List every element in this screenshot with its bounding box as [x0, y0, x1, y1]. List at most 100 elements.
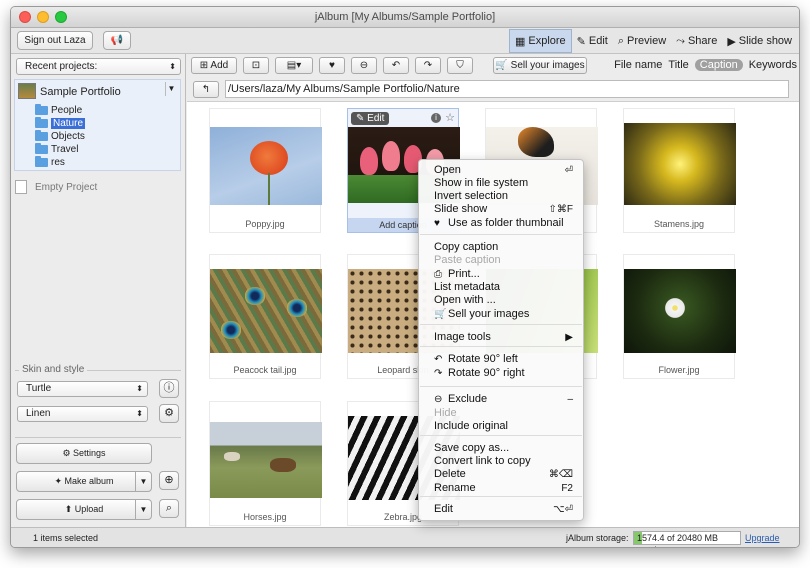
thumbnail-stamens[interactable]: Stamens.jpg: [623, 108, 736, 233]
folder-res[interactable]: res: [35, 156, 65, 169]
path-field[interactable]: /Users/laza/My Albums/Sample Portfolio/N…: [225, 80, 789, 98]
info-icon[interactable]: i: [431, 113, 441, 123]
menu-item-rename[interactable]: Rename F2: [434, 482, 573, 495]
menu-icon: ⊖: [434, 394, 443, 405]
folder-icon: [35, 143, 48, 154]
add-button[interactable]: ⊞ Add: [191, 57, 237, 74]
rotate-right-button[interactable]: ↷: [415, 57, 441, 74]
thumbnail-caption: Poppy.jpg: [245, 219, 285, 229]
menu-item-list-metadata[interactable]: List metadata: [434, 281, 573, 294]
tab-share[interactable]: ⤳ Share: [671, 29, 722, 53]
search-button[interactable]: ⌕: [159, 499, 179, 518]
minus-circle-icon: ⊖: [359, 60, 369, 71]
make-album-dropdown[interactable]: ▼: [135, 472, 151, 491]
menu-item-convert-link-to-copy[interactable]: Convert link to copy: [434, 455, 573, 468]
menu-item-use-as-folder-thumbnail[interactable]: ♥ Use as folder thumbnail: [434, 217, 573, 230]
pencil-icon: ✎: [356, 113, 368, 124]
folder-nature[interactable]: Nature: [35, 117, 86, 130]
sign-out-button[interactable]: Sign out Laza: [17, 31, 93, 50]
menu-item-hide[interactable]: Hide: [434, 407, 573, 420]
folder-travel[interactable]: Travel: [35, 143, 78, 156]
thumbnail-poppy[interactable]: Poppy.jpg: [209, 108, 322, 233]
menu-item-delete[interactable]: Delete ⌘⌫: [434, 468, 573, 481]
thumbnail-caption: Flower.jpg: [658, 365, 700, 375]
menu-item-slide-show[interactable]: Slide show ⇧⌘F: [434, 203, 573, 216]
make-album-button[interactable]: ✦ Make album ▼: [16, 471, 152, 492]
project-menu-arrow[interactable]: ▼: [165, 82, 177, 96]
filter-button[interactable]: ⛉: [447, 57, 473, 74]
sort-keywords[interactable]: Keywords: [749, 59, 797, 71]
menu-item-sell-your-images[interactable]: 🛒 Sell your images: [434, 308, 573, 321]
menu-item-copy-caption[interactable]: Copy caption: [434, 241, 573, 254]
project-name[interactable]: Sample Portfolio: [40, 86, 121, 98]
tab-preview[interactable]: ⌕ Preview: [613, 29, 671, 53]
search-icon: ⌕: [165, 502, 173, 514]
tab-edit[interactable]: ✎ Edit: [572, 29, 613, 53]
menu-shortcut: ⇧⌘F: [548, 204, 574, 215]
menu-item-label: Edit: [434, 503, 453, 515]
folder-objects[interactable]: Objects: [35, 130, 85, 143]
edit-badge[interactable]: ✎ Edit: [351, 112, 390, 125]
sort-title[interactable]: Title: [668, 59, 688, 71]
empty-project-item[interactable]: Empty Project: [15, 180, 97, 194]
menu-separator: [420, 386, 582, 387]
menu-item-open-with[interactable]: Open with ...: [434, 294, 573, 307]
upload-dropdown[interactable]: ▼: [135, 500, 151, 519]
menu-icon: 🛒: [434, 309, 447, 320]
document-icon: [15, 180, 27, 194]
thumbnail-horses[interactable]: Horses.jpg: [209, 401, 322, 526]
menu-item-label: Image tools: [434, 331, 491, 343]
menu-shortcut: ⌥⏎: [553, 504, 573, 515]
menu-item-print[interactable]: ⎙ Print...: [434, 268, 573, 281]
menu-item-rotate-90-left[interactable]: ↶ Rotate 90° left: [434, 353, 573, 366]
skin-info-button[interactable]: ⓘ: [159, 379, 179, 398]
menu-item-exclude[interactable]: ⊖ Exclude –: [434, 393, 573, 406]
style-select[interactable]: Linen ⬍: [17, 406, 148, 422]
new-folder-button[interactable]: ⊡: [243, 57, 269, 74]
settings-button[interactable]: ⚙ Settings: [16, 443, 152, 464]
menu-item-open[interactable]: Open ⏎: [434, 164, 573, 177]
horse: [224, 452, 240, 461]
thumbnail-peacock[interactable]: Peacock tail.jpg: [209, 254, 322, 379]
tab-slide-show[interactable]: ▶ Slide show: [722, 29, 797, 53]
folder-label: People: [51, 105, 83, 116]
sell-images-button[interactable]: 🛒 Sell your images: [493, 57, 587, 74]
menu-item-label: Exclude: [448, 393, 488, 405]
recent-projects-select[interactable]: Recent projects: ⬍: [16, 58, 181, 75]
tab-preview-label: Preview: [627, 35, 667, 47]
thumbnail-flower[interactable]: Flower.jpg: [623, 254, 736, 379]
menu-item-include-original[interactable]: Include original: [434, 420, 573, 433]
menu-item-image-tools[interactable]: Image tools ▶: [434, 331, 573, 344]
exclude-button[interactable]: ⊖: [351, 57, 377, 74]
star-icon[interactable]: ☆: [445, 111, 455, 124]
rotate-left-button[interactable]: ↶: [383, 57, 409, 74]
preview-album-button[interactable]: ⊕: [159, 471, 179, 490]
menu-item-label: Delete: [434, 468, 466, 480]
project-thumbnail: [18, 83, 36, 99]
megaphone-button[interactable]: 📢: [103, 31, 131, 50]
tab-explore[interactable]: ▦ Explore: [508, 29, 572, 53]
make-album-label: Make album: [64, 476, 114, 486]
menu-icon: ↷: [434, 368, 443, 379]
menu-item-save-copy-as[interactable]: Save copy as...: [434, 442, 573, 455]
style-settings-button[interactable]: ⚙: [159, 404, 179, 423]
sort-file-name[interactable]: File name: [614, 59, 662, 71]
new-folder-icon: ⊡: [251, 60, 261, 71]
sort-caption[interactable]: Caption: [694, 59, 743, 71]
menu-item-edit[interactable]: Edit ⌥⏎: [434, 503, 573, 516]
folder-people[interactable]: People: [35, 104, 82, 117]
skin-select[interactable]: Turtle ⬍: [17, 381, 148, 397]
play-icon: ▶: [727, 35, 736, 48]
magnifier-icon: ⌕: [617, 34, 625, 47]
upgrade-link[interactable]: Upgrade: [745, 533, 780, 543]
peacock-eye: [220, 321, 242, 339]
upload-button[interactable]: ⬆ Upload ▼: [16, 499, 152, 520]
back-button[interactable]: ↰: [193, 81, 219, 98]
menu-item-rotate-90-right[interactable]: ↷ Rotate 90° right: [434, 367, 573, 380]
new-page-icon: ▤▾: [286, 60, 302, 71]
new-page-button[interactable]: ▤▾: [275, 57, 313, 74]
menu-item-show-in-file-system[interactable]: Show in file system: [434, 177, 573, 190]
menu-item-invert-selection[interactable]: Invert selection: [434, 190, 573, 203]
favorite-button[interactable]: ♥: [319, 57, 345, 74]
menu-item-paste-caption[interactable]: Paste caption: [434, 254, 573, 267]
